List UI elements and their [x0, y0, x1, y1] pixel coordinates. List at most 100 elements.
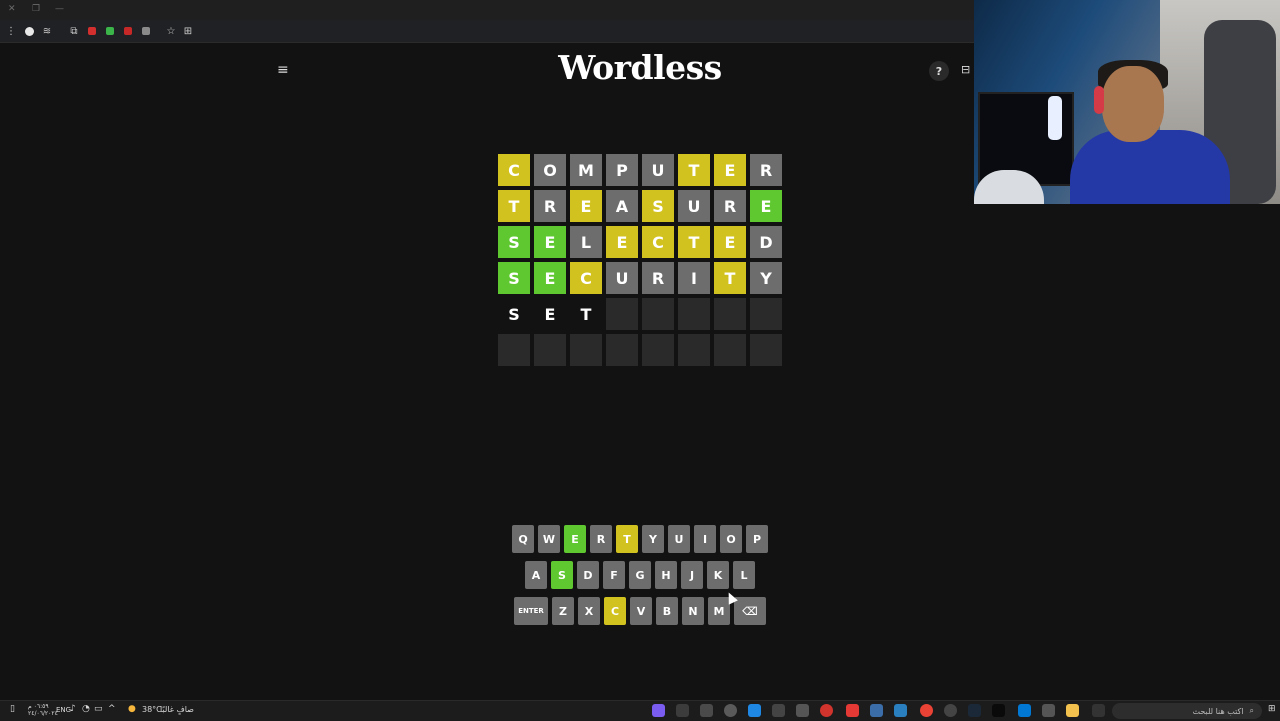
key-y[interactable]: Y [642, 525, 664, 553]
steam-icon[interactable] [968, 704, 981, 717]
board-tile: S [498, 226, 530, 258]
reading-list-icon[interactable]: ≋ [40, 24, 54, 38]
board-tile [750, 334, 782, 366]
key-t[interactable]: T [616, 525, 638, 553]
start-icon[interactable]: ⊞ [1268, 704, 1276, 714]
key-k[interactable]: K [707, 561, 729, 589]
app-icon-14[interactable] [1018, 704, 1031, 717]
calendar-icon[interactable]: ⊟ [961, 63, 970, 76]
game-board: COMPUTERTREASURESELECTEDSECURITYSET [498, 154, 782, 370]
backspace-key[interactable]: ⌫ [734, 597, 766, 625]
board-tile: U [642, 154, 674, 186]
app-icon-1[interactable] [652, 704, 665, 717]
key-f[interactable]: F [603, 561, 625, 589]
help-icon[interactable]: ? [929, 61, 949, 81]
key-v[interactable]: V [630, 597, 652, 625]
weather-text: صافٍ غالبًا [160, 705, 194, 714]
key-g[interactable]: G [629, 561, 651, 589]
board-tile: C [498, 154, 530, 186]
key-i[interactable]: I [694, 525, 716, 553]
app-icon-15[interactable] [1042, 704, 1055, 717]
app-icon-13[interactable] [992, 704, 1005, 717]
weather-temp[interactable]: 38°C [142, 705, 162, 714]
webcam-overlay [974, 0, 1280, 204]
volume-icon[interactable]: ♪ [70, 704, 76, 714]
app-icon-11[interactable] [894, 704, 907, 717]
enter-key[interactable]: ENTER [514, 597, 548, 625]
key-z[interactable]: Z [552, 597, 574, 625]
key-x[interactable]: X [578, 597, 600, 625]
extension-red-icon[interactable] [85, 24, 99, 38]
key-p[interactable]: P [746, 525, 768, 553]
restore-window-icon[interactable]: ❐ [32, 4, 40, 14]
translate-icon[interactable]: ⊞ [181, 24, 195, 38]
app-icon-5[interactable] [748, 704, 761, 717]
board-tile: E [534, 298, 566, 330]
extension-gray-icon[interactable] [139, 24, 153, 38]
board-tile: R [534, 190, 566, 222]
key-l[interactable]: L [733, 561, 755, 589]
app-icon-7[interactable] [796, 704, 809, 717]
board-tile: C [570, 262, 602, 294]
extensions-icon[interactable]: ⧉ [67, 24, 81, 38]
board-tile [606, 298, 638, 330]
key-b[interactable]: B [656, 597, 678, 625]
board-tile: P [606, 154, 638, 186]
search-placeholder: اكتب هنا للبحث [1192, 706, 1244, 716]
key-n[interactable]: N [682, 597, 704, 625]
board-tile: A [606, 190, 638, 222]
app-icon-3[interactable] [700, 704, 713, 717]
task-view-icon[interactable] [1092, 704, 1105, 717]
close-window-icon[interactable]: ✕ [8, 4, 16, 14]
app-icon-12[interactable] [944, 704, 957, 717]
network-icon[interactable]: ◔ [82, 704, 90, 714]
app-icon-10[interactable] [870, 704, 883, 717]
key-e[interactable]: E [564, 525, 586, 553]
search-box[interactable]: اكتب هنا للبحث ⌕ [1112, 703, 1262, 719]
key-u[interactable]: U [668, 525, 690, 553]
key-c[interactable]: C [604, 597, 626, 625]
key-j[interactable]: J [681, 561, 703, 589]
profile-icon[interactable] [22, 24, 36, 38]
key-s[interactable]: S [551, 561, 573, 589]
board-tile: L [570, 226, 602, 258]
extension-red2-icon[interactable] [121, 24, 135, 38]
key-q[interactable]: Q [512, 525, 534, 553]
weather-icon[interactable]: ● [128, 704, 136, 714]
show-desktop-icon[interactable]: ▯ [10, 704, 15, 714]
key-a[interactable]: A [525, 561, 547, 589]
board-tile: R [642, 262, 674, 294]
tray-expand-icon[interactable]: ^ [108, 704, 116, 714]
app-icon-9[interactable] [846, 704, 859, 717]
minimize-window-icon[interactable]: — [55, 4, 64, 14]
board-tile [642, 298, 674, 330]
key-w[interactable]: W [538, 525, 560, 553]
chrome-icon[interactable] [920, 704, 933, 717]
extension-green-icon[interactable] [103, 24, 117, 38]
app-icon-2[interactable] [676, 704, 689, 717]
bookmark-star-icon[interactable]: ☆ [164, 24, 178, 38]
board-tile: D [750, 226, 782, 258]
app-icon-8[interactable] [820, 704, 833, 717]
app-icon-6[interactable] [772, 704, 785, 717]
key-r[interactable]: R [590, 525, 612, 553]
key-o[interactable]: O [720, 525, 742, 553]
board-row: SECURITY [498, 262, 782, 294]
board-row [498, 334, 782, 366]
board-tile [678, 334, 710, 366]
language-indicator[interactable]: ENG [56, 706, 71, 714]
board-tile: U [606, 262, 638, 294]
board-tile: E [750, 190, 782, 222]
app-icon-4[interactable] [724, 704, 737, 717]
board-tile: R [714, 190, 746, 222]
clock[interactable]: ٠٦:٥٩ م ٢٤/٠٦/٢٠٢٤ [28, 703, 58, 717]
keyboard-row: ASDFGHJKL [0, 561, 1280, 589]
more-menu-icon[interactable]: ⋮ [4, 24, 18, 38]
notification-icon[interactable]: ▭ [94, 704, 103, 714]
file-explorer-icon[interactable] [1066, 704, 1079, 717]
key-d[interactable]: D [577, 561, 599, 589]
board-tile: S [498, 298, 530, 330]
key-h[interactable]: H [655, 561, 677, 589]
board-tile [606, 334, 638, 366]
board-tile: R [750, 154, 782, 186]
